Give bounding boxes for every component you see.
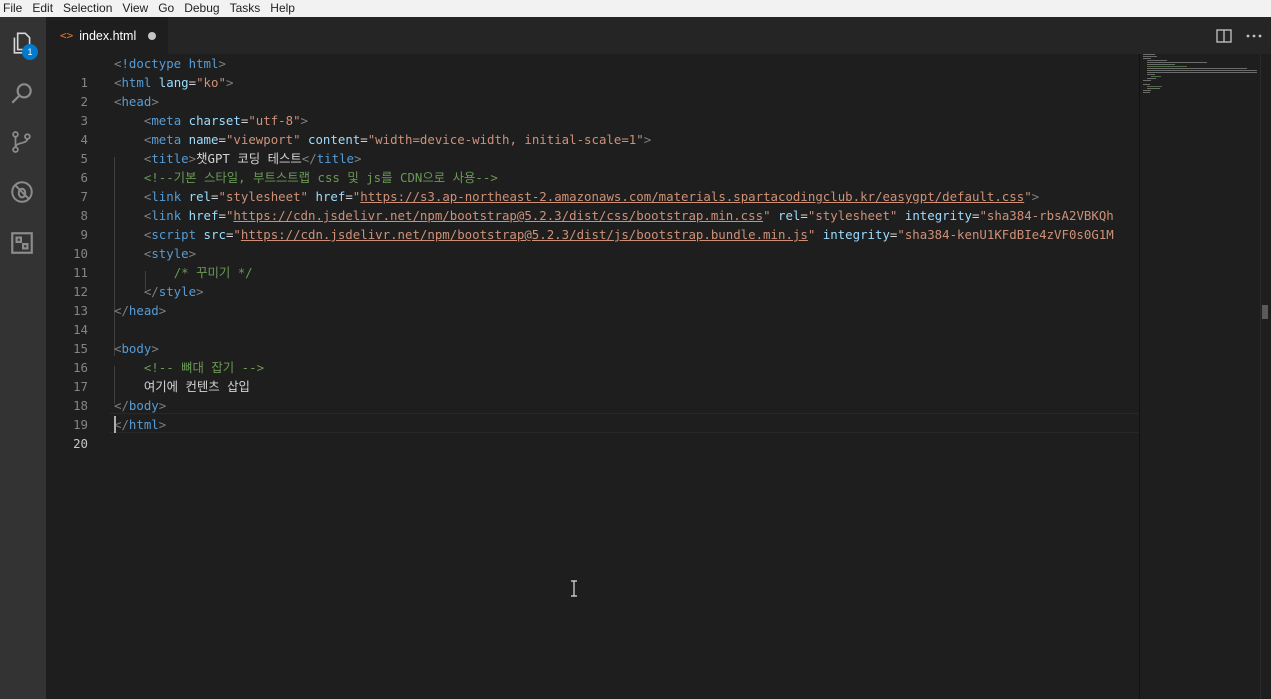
code-line: 3 <head> [46,92,1139,128]
tab-title: index.html [79,28,137,43]
extensions-icon[interactable] [8,229,36,257]
more-actions-icon[interactable] [1243,25,1265,47]
minimap-line [1151,76,1161,77]
url-link[interactable]: https://cdn.jsdelivr.net/npm/bootstrap@5… [233,208,763,223]
code-line: 19 </body> [46,396,1139,432]
vertical-scrollbar[interactable] [1260,54,1271,699]
unsaved-dot-icon[interactable] [148,31,157,40]
ibeam-cursor-icon [571,580,577,597]
menu-go[interactable]: Go [154,0,180,17]
code-line: 13 </style> [46,282,1139,318]
minimap-line [1143,90,1151,91]
code-line: 4 <meta charset="utf-8"> [46,111,1139,147]
minimap-line [1143,54,1155,55]
minimap-line [1147,64,1175,65]
minimap-line [1143,84,1150,85]
split-editor-icon[interactable] [1213,25,1235,47]
explorer-badge: 1 [22,44,38,60]
code-line: 12 /* 꾸미기 */ [46,263,1139,299]
menu-file[interactable]: File [0,0,28,17]
code-line-active: 20 </html> [46,415,1139,451]
code-line: 10 <script src="https://cdn.jsdelivr.net… [46,225,1139,261]
minimap-line [1143,92,1150,93]
minimap-line [1147,72,1257,73]
url-link[interactable]: https://cdn.jsdelivr.net/npm/bootstrap@5… [241,227,808,242]
source-control-icon[interactable] [8,128,36,156]
search-icon[interactable] [8,79,36,107]
menu-tasks[interactable]: Tasks [226,0,267,17]
tab-bar: <> index.html [46,17,1271,54]
code-line: 1 <!doctype html> [46,54,1139,90]
minimap[interactable] [1139,54,1261,699]
editor-actions [1205,17,1265,54]
code-line: 18 여기에 컨텐츠 삽입 [46,377,1139,413]
minimap-line [1147,86,1162,87]
minimap-line [1147,74,1155,75]
code-line: 5 <meta name="viewport" content="width=d… [46,130,1139,166]
menu-selection[interactable]: Selection [59,0,118,17]
minimap-line [1143,58,1151,59]
menu-bar: File Edit Selection View Go Debug Tasks … [0,0,1271,17]
code-line: 17 <!-- 뼈대 잡기 --> [46,358,1139,394]
code-line: 7 <!--기본 스타일, 부트스트랩 css 및 js를 CDN으로 사용--… [46,168,1139,204]
menu-view[interactable]: View [118,0,154,17]
minimap-line [1147,68,1247,69]
minimap-line [1147,70,1257,71]
code-line: 14 </head> [46,301,1139,337]
line-number-active: 20 [73,436,88,451]
code-line: 16 <body> [46,339,1139,375]
menu-edit[interactable]: Edit [28,0,59,17]
url-link[interactable]: https://s3.ap-northeast-2.amazonaws.com/… [360,189,1024,204]
menu-debug[interactable]: Debug [180,0,225,17]
code-line: 11 <style> [46,244,1139,280]
html-file-icon: <> [60,29,74,42]
minimap-line [1143,80,1151,81]
code-line: 9 <link href="https://cdn.jsdelivr.net/n… [46,206,1139,242]
code-line: 15 [46,320,1139,356]
minimap-line [1147,66,1187,67]
tab-index-html[interactable]: <> index.html [46,17,168,54]
text-caret [114,416,116,433]
menu-help[interactable]: Help [266,0,301,17]
minimap-line [1147,60,1167,61]
minimap-line [1147,78,1156,79]
code-line: 2 <html lang="ko"> [46,73,1139,109]
code-editor[interactable]: 1 <!doctype html> 2 <html lang="ko"> 3 <… [46,54,1139,699]
activity-bar: 1 [0,17,46,699]
minimap-line [1147,88,1160,89]
minimap-line [1147,62,1207,63]
scrollbar-thumb[interactable] [1262,305,1268,319]
minimap-line [1143,56,1157,57]
code-line: 8 <link rel="stylesheet" href="https://s… [46,187,1139,223]
debug-icon[interactable] [8,178,36,206]
code-line: 6 <title>챗GPT 코딩 테스트</title> [46,149,1139,185]
